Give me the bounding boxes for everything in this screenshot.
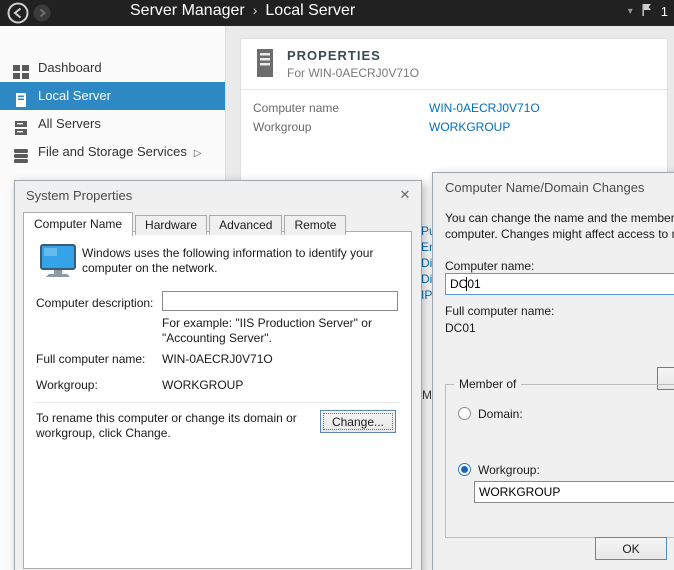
computer-name-label: Computer name:	[445, 259, 534, 273]
titlebar: Server Manager › Local Server ▾ 1	[0, 0, 674, 26]
clipped-property-value: Pu	[421, 224, 432, 238]
servers-icon	[13, 117, 29, 131]
system-properties-dialog: System Properties ✕ Computer Name Hardwa…	[14, 180, 422, 570]
sidebar-item-all-servers[interactable]: All Servers	[0, 110, 225, 138]
flag-icon	[641, 3, 653, 17]
tab-computer-name[interactable]: Computer Name	[23, 212, 133, 236]
server-icon	[13, 89, 29, 103]
tab-hardware[interactable]: Hardware	[135, 215, 207, 235]
clipped-property-value: IP	[421, 288, 432, 302]
storage-icon	[13, 145, 29, 159]
clipped-property-value: Di	[421, 272, 432, 286]
divider	[34, 402, 400, 403]
breadcrumb-separator-icon: ›	[253, 2, 258, 18]
clipped-property-value: Di	[421, 256, 432, 270]
full-computer-name-value: WIN-0AECRJ0V71O	[162, 352, 273, 366]
sidebar-item-dashboard[interactable]: Dashboard	[0, 54, 225, 82]
full-computer-name-label: Full computer name:	[36, 352, 145, 366]
computer-name-domain-changes-dialog: Computer Name/Domain Changes You can cha…	[432, 172, 674, 570]
sidebar-item-local-server[interactable]: Local Server	[0, 82, 225, 110]
app-title: Server Manager	[130, 2, 245, 19]
notification-flag-icon[interactable]	[641, 3, 653, 20]
workgroup-input[interactable]	[474, 481, 674, 503]
dialog-intro-line1: You can change the name and the membersh…	[445, 211, 674, 225]
dashboard-icon	[13, 61, 29, 75]
workgroup-label: Workgroup:	[36, 378, 98, 392]
server-manager-window: Server Manager›Local Server ▾ 1 Dashboa	[0, 0, 674, 570]
divider	[241, 89, 667, 90]
back-button[interactable]	[7, 2, 29, 24]
member-of-label: Member of	[454, 377, 521, 391]
breadcrumb-page[interactable]: Local Server	[265, 2, 355, 19]
prop-label-computer-name: Computer name	[253, 101, 339, 115]
expand-chevron-icon[interactable]: ▷	[194, 148, 202, 159]
notification-count[interactable]: 1	[661, 4, 668, 19]
full-computer-name-value: DC01	[445, 321, 476, 335]
monitor-icon	[38, 244, 78, 283]
computer-name-tab-page: Windows uses the following information t…	[23, 231, 412, 569]
dialog-title: System Properties	[26, 188, 132, 203]
member-of-group: Member of Domain: Workgroup:	[445, 384, 674, 538]
prop-label-workgroup: Workgroup	[253, 120, 311, 134]
breadcrumb: Server Manager › Local Server	[130, 2, 355, 20]
domain-radio-label[interactable]: Domain:	[478, 407, 523, 421]
tab-advanced[interactable]: Advanced	[209, 215, 282, 235]
forward-arrow-icon	[33, 4, 51, 22]
dialog-title: Computer Name/Domain Changes	[445, 180, 644, 195]
computer-description-label: Computer description:	[36, 296, 153, 310]
text-cursor	[466, 277, 467, 291]
sidebar-item-label: All Servers	[38, 116, 101, 131]
tab-strip: Computer Name Hardware Advanced Remote	[23, 212, 348, 235]
properties-subtitle: For WIN-0AECRJ0V71O	[287, 66, 419, 80]
computer-description-input[interactable]	[162, 291, 398, 311]
tab-remote[interactable]: Remote	[284, 215, 346, 235]
full-computer-name-label: Full computer name:	[445, 304, 554, 318]
workgroup-value: WORKGROUP	[162, 378, 243, 392]
dialog-intro-line2: computer. Changes might affect access to…	[445, 227, 674, 241]
sidebar-item-label: Local Server	[38, 88, 111, 103]
close-icon[interactable]: ✕	[395, 186, 415, 204]
change-button[interactable]: Change...	[320, 410, 396, 433]
properties-title: PROPERTIES	[287, 48, 381, 63]
prop-value-workgroup[interactable]: WORKGROUP	[429, 120, 510, 134]
rename-instruction-text: To rename this computer or change its do…	[36, 411, 308, 441]
workgroup-radio[interactable]	[458, 463, 471, 476]
clipped-property-value: En	[421, 240, 432, 254]
tab-intro-text: Windows uses the following information t…	[82, 246, 394, 276]
domain-radio[interactable]	[458, 407, 471, 420]
forward-button[interactable]	[33, 4, 51, 22]
server-tile-icon	[253, 47, 277, 84]
back-arrow-icon	[7, 2, 29, 24]
chevron-down-icon[interactable]: ▾	[628, 6, 633, 17]
sidebar-item-file-storage-services[interactable]: File and Storage Services ▷	[0, 138, 225, 166]
workgroup-radio-label[interactable]: Workgroup:	[478, 463, 540, 477]
clipped-text-fragment: M	[422, 388, 432, 402]
prop-value-computer-name[interactable]: WIN-0AECRJ0V71O	[429, 101, 540, 115]
ok-button[interactable]: OK	[595, 537, 667, 560]
sidebar-item-label: File and Storage Services	[38, 144, 187, 159]
sidebar-item-label: Dashboard	[38, 60, 102, 75]
computer-name-input[interactable]	[445, 273, 674, 295]
description-example-text: For example: "IIS Production Server" or …	[162, 316, 400, 346]
